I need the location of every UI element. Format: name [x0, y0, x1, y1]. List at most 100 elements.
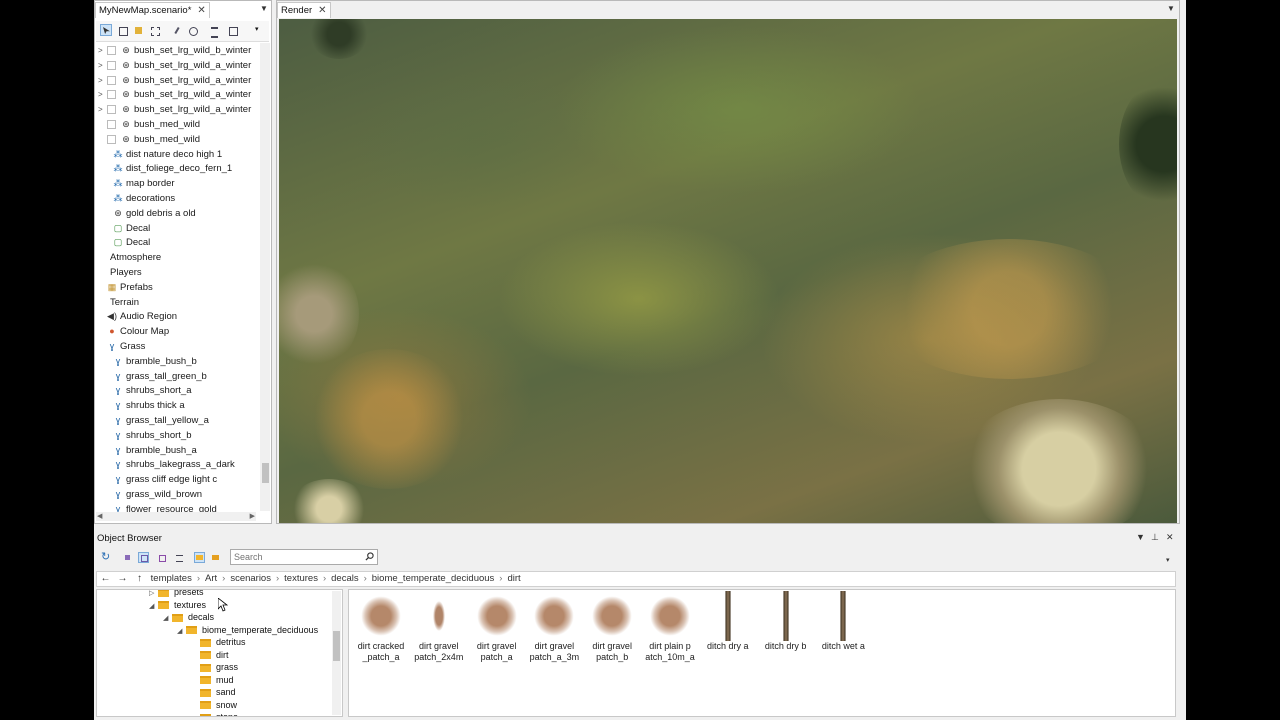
folder-tree-scrollbar[interactable] [332, 591, 341, 715]
breadcrumb-item[interactable]: scenarios [230, 573, 271, 584]
folder-item[interactable]: ◢ decals [163, 611, 214, 623]
export-icon[interactable] [226, 24, 238, 36]
tree-item[interactable]: ɣ grass_tall_green_b [104, 369, 207, 384]
tab-render[interactable]: Render ✕ [277, 2, 331, 18]
asset-tile[interactable]: dirt gravel patch_2x4m [411, 591, 467, 671]
folder-item[interactable]: ▷ presets [149, 590, 204, 600]
expand-arrow-icon[interactable]: > [98, 43, 107, 58]
search-icon[interactable] [365, 552, 374, 561]
folder-item[interactable]: detritus [191, 636, 246, 648]
tree-item[interactable]: ▢ Decal [104, 235, 151, 250]
paint-tool-icon[interactable] [132, 24, 144, 36]
visibility-checkbox[interactable] [107, 75, 116, 85]
folder-item[interactable]: sand [191, 686, 236, 698]
favourites-icon[interactable] [210, 552, 221, 563]
tree-item[interactable]: ɣ bramble_bush_b [104, 354, 197, 369]
tree-item[interactable]: ▦ Prefabs [98, 280, 153, 295]
tree-item[interactable]: ▢ Decal [104, 221, 151, 236]
tree-item[interactable]: ⊛ bush_med_wild [98, 117, 200, 132]
tree-item[interactable]: ɣ grass_wild_brown [104, 487, 202, 502]
close-icon[interactable]: ✕ [197, 5, 205, 16]
tree-item[interactable]: ● Colour Map [98, 324, 169, 339]
asset-tile[interactable]: dirt gravel patch_a_3m [526, 591, 582, 671]
refresh-icon[interactable]: ↻ [100, 552, 111, 563]
expand-arrow-icon[interactable]: ◢ [149, 601, 158, 613]
expand-arrow-icon[interactable]: > [98, 58, 107, 73]
expand-arrow-icon[interactable]: ▷ [149, 590, 158, 600]
brush-tool-icon[interactable] [170, 24, 182, 36]
visibility-checkbox[interactable] [107, 134, 116, 144]
forward-icon[interactable]: → [114, 572, 131, 586]
tree-item[interactable]: > ⊛ bush_set_lrg_wild_b_winter [98, 43, 251, 58]
back-icon[interactable]: ← [97, 572, 114, 586]
close-icon[interactable]: ✕ [318, 5, 326, 16]
expand-arrow-icon[interactable]: > [98, 73, 107, 88]
folder-item[interactable]: dirt [191, 649, 229, 661]
visibility-checkbox[interactable] [107, 105, 116, 115]
tree-item[interactable]: ⁂ decorations [104, 191, 176, 206]
visibility-checkbox[interactable] [107, 60, 116, 70]
search-input[interactable] [231, 550, 362, 564]
up-icon[interactable]: ↑ [131, 572, 148, 586]
expand-arrow-icon[interactable]: > [98, 87, 107, 102]
tree-item[interactable]: Terrain [98, 295, 139, 310]
tree-item[interactable]: ⁂ dist nature deco high 1 [104, 147, 223, 162]
tree-item[interactable]: ɣ shrubs_lakegrass_a_dark [104, 457, 235, 472]
folder-item[interactable]: ◢ textures [149, 599, 206, 611]
asset-tile[interactable]: ditch wet a [815, 591, 871, 671]
asset-tile[interactable]: dirt gravel patch_b [584, 591, 640, 671]
refresh-tool-icon[interactable] [186, 24, 198, 36]
tree-item[interactable]: ⁂ dist_foliege_deco_fern_1 [104, 161, 233, 176]
asset-tile[interactable]: dirt cracked _patch_a [353, 591, 409, 671]
breadcrumb-item[interactable]: decals [331, 573, 358, 584]
scrollbar-thumb[interactable] [333, 631, 340, 661]
tree-item[interactable]: ɣ bramble_bush_a [104, 443, 197, 458]
folder-item[interactable]: stone [191, 711, 238, 716]
search-box[interactable] [230, 549, 378, 565]
folder-item[interactable]: grass [191, 661, 238, 673]
grid-view-icon[interactable] [138, 552, 149, 563]
folder-item[interactable]: ◢ biome_temperate_deciduous [177, 624, 318, 636]
scene-tree-scrollbar[interactable] [260, 43, 270, 511]
tree-item[interactable]: Atmosphere [98, 250, 161, 265]
filter-icon[interactable] [122, 552, 133, 563]
breadcrumb-item[interactable]: dirt [507, 573, 520, 584]
tree-item[interactable]: ɣ shrubs_short_a [104, 383, 192, 398]
tree-item[interactable]: ◀) Audio Region [98, 309, 177, 324]
close-icon[interactable]: ✕ [1166, 532, 1174, 543]
expand-arrow-icon[interactable]: ◢ [163, 613, 172, 625]
visibility-checkbox[interactable] [107, 90, 116, 100]
tree-item[interactable]: Players [98, 265, 142, 280]
select-tool-icon[interactable] [100, 24, 112, 36]
tree-item[interactable]: ⁂ map border [104, 176, 175, 191]
expand-arrow-icon[interactable]: > [98, 102, 107, 117]
tree-item[interactable]: ɣ grass cliff edge light c [104, 472, 217, 487]
panel-menu-icon[interactable]: ▼ [260, 4, 268, 13]
asset-tile[interactable]: dirt plain p atch_10m_a [642, 591, 698, 671]
dropdown-icon[interactable]: ▼ [1136, 532, 1145, 542]
tree-item[interactable]: ɣ shrubs thick a [104, 398, 185, 413]
asset-tile[interactable]: ditch dry b [758, 591, 814, 671]
tab-scenario[interactable]: MyNewMap.scenario* ✕ [95, 2, 210, 18]
snap-tool-icon[interactable] [148, 24, 160, 36]
scene-tree-hscrollbar[interactable]: ◀ ▶ [96, 512, 256, 521]
tree-item[interactable]: ɣ grass_tall_yellow_a [104, 413, 209, 428]
tree-item[interactable]: ɣ shrubs_short_b [104, 428, 192, 443]
list-view-icon[interactable] [174, 552, 185, 563]
asset-tile[interactable]: dirt gravel patch_a [469, 591, 525, 671]
breadcrumb-item[interactable]: textures [284, 573, 318, 584]
tree-item[interactable]: ⊛ bush_med_wild [98, 132, 200, 147]
clear-filter-icon[interactable] [156, 552, 167, 563]
folder-view-icon[interactable] [194, 552, 205, 563]
breadcrumb-item[interactable]: Art [205, 573, 217, 584]
pin-icon[interactable]: ⊥ [1151, 532, 1159, 543]
scrollbar-thumb[interactable] [262, 463, 269, 483]
panel-menu-icon[interactable]: ▼ [1167, 4, 1175, 13]
toolbar-overflow-icon[interactable]: ▾ [1166, 556, 1170, 564]
toolbar-overflow-icon[interactable]: ▾ [254, 24, 266, 36]
tree-item[interactable]: > ⊛ bush_set_lrg_wild_a_winter [98, 87, 251, 102]
tree-item[interactable]: > ⊛ bush_set_lrg_wild_a_winter [98, 73, 251, 88]
breadcrumb-item[interactable]: templates [151, 573, 192, 584]
tree-item[interactable]: ɣ Grass [98, 339, 146, 354]
list-view-icon[interactable] [208, 24, 220, 38]
